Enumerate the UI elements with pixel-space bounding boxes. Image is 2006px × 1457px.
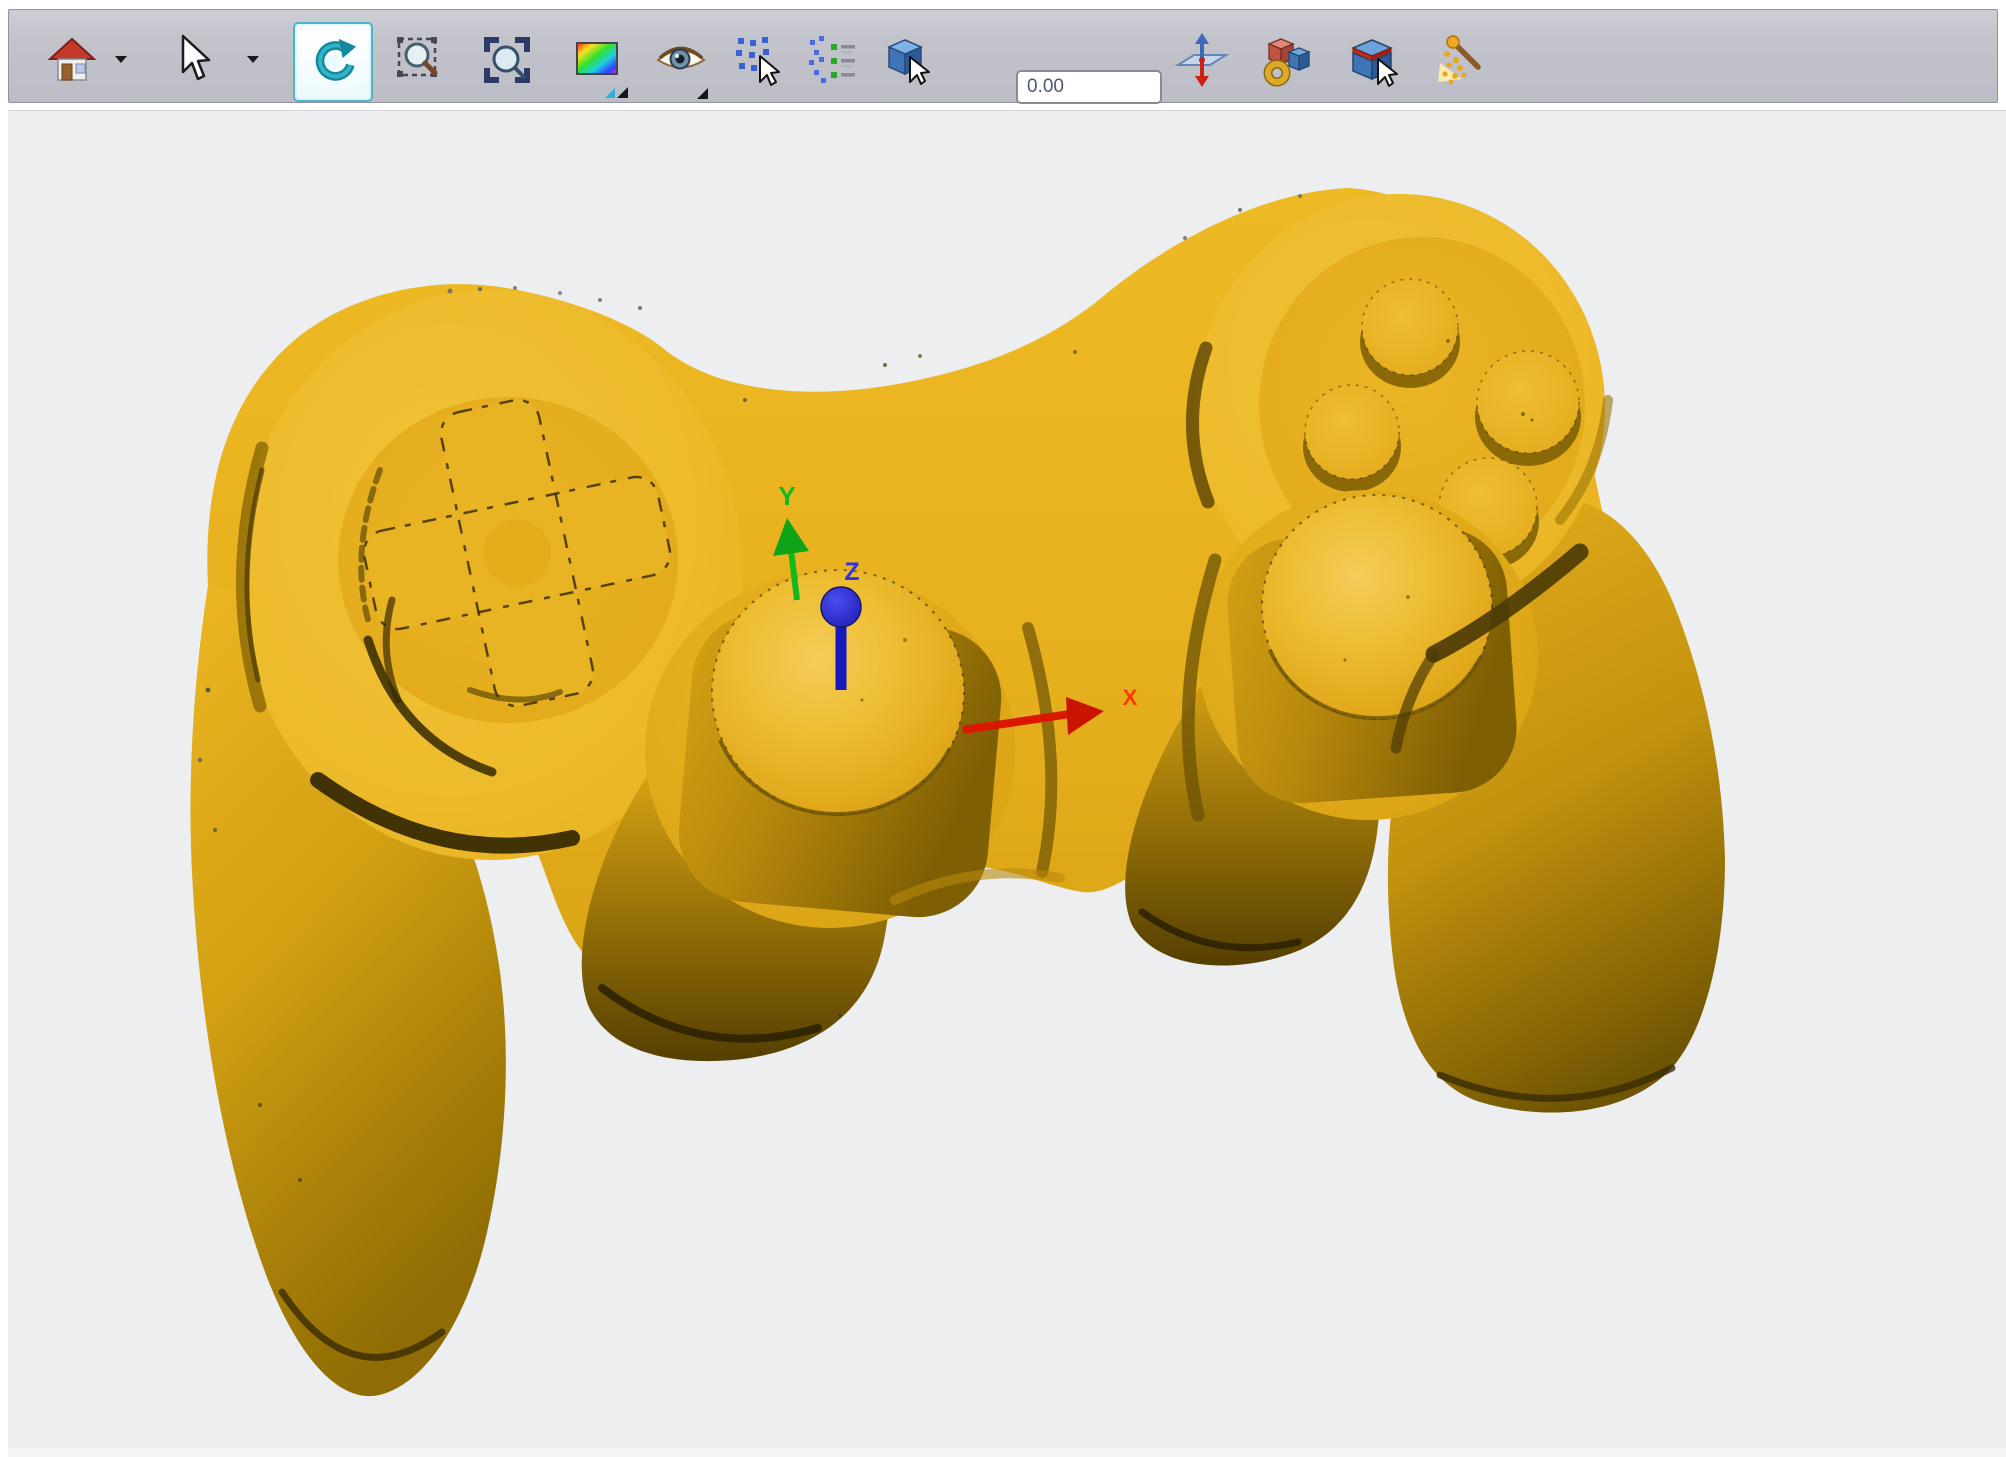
color-icon [570, 32, 626, 88]
home-button[interactable] [43, 31, 101, 89]
numeric-value-input[interactable] [1016, 70, 1162, 104]
color-display-button[interactable] [569, 31, 627, 89]
zoom-window-button[interactable] [391, 31, 449, 89]
mirror-plane-button[interactable] [1173, 31, 1231, 89]
merge-objects-button[interactable] [1258, 31, 1316, 89]
healing-wand-button[interactable] [1434, 31, 1492, 89]
home-icon [44, 32, 100, 88]
cube-red-top-cursor-icon [1345, 32, 1401, 88]
cube-cursor-icon [877, 32, 933, 88]
zoom-window-icon [392, 32, 448, 88]
magic-wand-icon [1435, 32, 1491, 88]
select-object-button[interactable] [876, 31, 934, 89]
select-dropdown-arrow[interactable] [247, 56, 259, 63]
main-toolbar [8, 9, 1998, 103]
axis-y-label: Y [778, 481, 795, 511]
visibility-flyout-arrow[interactable] [697, 88, 708, 99]
select-points-button[interactable] [729, 31, 787, 89]
eye-icon [654, 32, 710, 88]
application-window: { "toolbar": { "background": "#c2c3cb", … [0, 0, 2006, 1457]
zoom-fit-button[interactable] [478, 31, 536, 89]
merge-cubes-icon [1259, 32, 1315, 88]
fit-view-icon [479, 32, 535, 88]
select-through-button[interactable] [1344, 31, 1402, 89]
controller-mesh[interactable] [190, 188, 1725, 1396]
scene-svg: Y Z X [0, 0, 2006, 1457]
rotate-view-button[interactable] [293, 22, 373, 102]
axis-x-label: X [1123, 685, 1138, 710]
cursor-icon [165, 32, 221, 88]
rotate-icon [306, 35, 360, 89]
color-flyout-arrow2[interactable] [617, 87, 628, 98]
registration-icon [804, 32, 860, 88]
home-dropdown-arrow[interactable] [115, 56, 127, 63]
color-flyout-arrow[interactable] [605, 88, 615, 98]
select-cursor-button[interactable] [164, 31, 222, 89]
mirror-plane-icon [1174, 32, 1230, 88]
axis-z-label: Z [844, 558, 859, 586]
registration-list-button[interactable] [803, 31, 861, 89]
points-cursor-icon [730, 32, 786, 88]
visibility-button[interactable] [653, 31, 711, 89]
